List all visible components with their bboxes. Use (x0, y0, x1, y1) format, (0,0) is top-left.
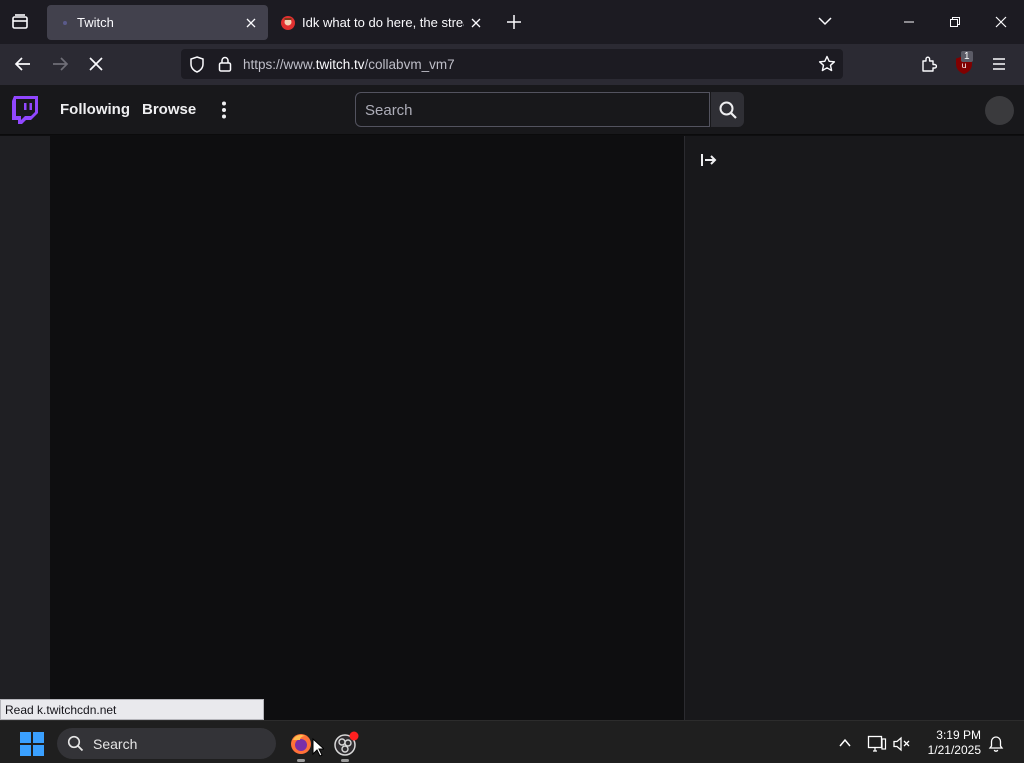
collapse-chat-icon[interactable] (700, 152, 718, 168)
tab-close-icon[interactable] (464, 11, 488, 35)
avatar[interactable] (985, 96, 1014, 125)
firefox-taskbar-icon[interactable] (289, 732, 313, 756)
browse-link[interactable]: Browse (142, 101, 196, 118)
ublock-origin-icon[interactable]: u 1 (955, 51, 975, 75)
extension-badge: 1 (961, 51, 973, 62)
taskbar-search-box[interactable] (57, 728, 276, 759)
taskbar-search-placeholder: Search (93, 736, 138, 752)
video-player-area[interactable] (50, 136, 684, 720)
following-link[interactable]: Following (60, 101, 130, 118)
app-menu-icon[interactable] (991, 56, 1007, 72)
network-icon[interactable] (867, 735, 887, 753)
show-hidden-icons-chevron-icon[interactable] (838, 737, 852, 749)
tab-loading-icon (61, 20, 69, 26)
minimize-icon[interactable] (903, 16, 915, 28)
chat-panel (684, 136, 1024, 720)
svg-text:u: u (961, 61, 966, 70)
more-options-icon[interactable] (219, 100, 229, 120)
notification-bell-icon[interactable] (988, 735, 1004, 753)
back-icon[interactable] (14, 55, 32, 73)
search-icon (719, 101, 737, 119)
tab-stream[interactable]: Idk what to do here, the stream (272, 5, 493, 40)
windows-start-icon[interactable] (20, 732, 44, 756)
forward-icon[interactable] (51, 55, 69, 73)
twitch-search-button[interactable] (711, 92, 744, 127)
tracking-protection-shield-icon[interactable] (189, 56, 205, 73)
tab-close-icon[interactable] (239, 11, 263, 35)
url-text[interactable]: https://www.twitch.tv/collabvm_vm7 (243, 57, 455, 72)
twitch-search-placeholder: Search (365, 102, 413, 119)
volume-muted-icon[interactable] (893, 736, 911, 752)
restore-icon[interactable] (949, 16, 961, 28)
tab-title: Twitch (77, 15, 114, 30)
clock-date: 1/21/2025 (927, 743, 981, 757)
mouse-cursor-icon (312, 738, 324, 757)
left-sidebar (0, 136, 50, 720)
tab-twitch[interactable]: Twitch (47, 5, 268, 40)
close-window-icon[interactable] (995, 16, 1007, 28)
stop-loading-icon[interactable] (88, 56, 104, 72)
status-bar: Read k.twitchcdn.net (0, 699, 264, 720)
firefox-running-indicator (297, 759, 305, 762)
twitch-logo-icon[interactable] (12, 96, 38, 124)
bookmark-star-icon[interactable] (818, 55, 836, 73)
tab-title: Idk what to do here, the stream (302, 15, 464, 30)
lock-icon[interactable] (218, 56, 232, 72)
tab-list-chevron-icon[interactable] (817, 15, 833, 27)
obs-taskbar-icon[interactable] (333, 731, 359, 757)
taskbar-search-icon (67, 735, 84, 752)
tab-favicon-icon (280, 15, 296, 31)
obs-running-indicator (341, 759, 349, 762)
firefox-view-icon[interactable] (10, 12, 30, 32)
clock-time: 3:19 PM (936, 728, 981, 742)
extensions-puzzle-icon[interactable] (920, 55, 938, 73)
system-clock[interactable]: 3:19 PM 1/21/2025 (915, 728, 981, 758)
new-tab-icon[interactable] (506, 14, 522, 30)
